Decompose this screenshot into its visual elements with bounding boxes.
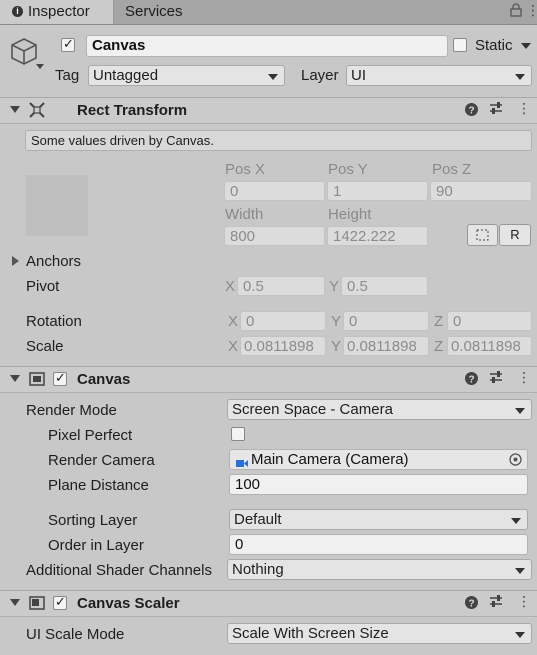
render-mode-label: Render Mode (26, 402, 117, 419)
pos-y-label: Pos Y (328, 161, 368, 178)
sorting-layer-label: Sorting Layer (48, 512, 138, 529)
scale-y-axis-label: Y (331, 338, 342, 355)
layer-dropdown[interactable]: UI (346, 65, 532, 86)
driven-info-box: Some values driven by Canvas. (25, 130, 532, 151)
render-mode-dropdown[interactable]: Screen Space - Camera (227, 399, 532, 420)
static-checkbox[interactable] (453, 38, 467, 52)
tab-services[interactable]: Services (125, 0, 183, 24)
width-label: Width (225, 206, 264, 223)
pivot-y-field[interactable]: 0.5 (341, 276, 428, 296)
render-camera-label: Render Camera (48, 452, 155, 469)
object-name-field[interactable]: Canvas (86, 35, 448, 57)
pivot-label: Pivot (26, 278, 60, 295)
presets-icon[interactable] (489, 594, 503, 611)
svg-text:?: ? (468, 375, 474, 386)
lock-icon[interactable] (510, 3, 522, 21)
pos-z-label: Pos Z (432, 161, 472, 178)
help-icon[interactable]: ? (465, 596, 478, 613)
scale-y-field[interactable]: 0.0811898 (343, 336, 429, 356)
pivot-x-field[interactable]: 0.5 (237, 276, 325, 296)
pos-z-field[interactable]: 90 (430, 181, 532, 201)
layer-label: Layer (301, 67, 339, 84)
height-label: Height (328, 206, 372, 223)
canvas-scaler-enabled-checkbox[interactable] (53, 594, 67, 610)
canvas-scaler-title: Canvas Scaler (77, 595, 180, 612)
plane-distance-label: Plane Distance (48, 477, 149, 494)
help-icon[interactable]: ? (465, 372, 478, 389)
tag-dropdown[interactable]: Untagged (88, 65, 285, 86)
svg-text:?: ? (468, 106, 474, 117)
rotation-x-field[interactable]: 0 (240, 311, 326, 331)
tag-label: Tag (55, 67, 80, 84)
pos-y-field[interactable]: 1 (327, 181, 428, 201)
tab-bar: i Inspector Services ⋮ (0, 0, 537, 25)
rotation-y-axis-label: Y (331, 313, 342, 330)
pos-x-label: Pos X (225, 161, 266, 178)
scale-z-field[interactable]: 0.0811898 (447, 336, 532, 356)
render-camera-value: Main Camera (Camera) (251, 451, 409, 468)
anchors-label[interactable]: Anchors (26, 253, 81, 270)
scale-x-axis-label: X (228, 338, 239, 355)
pivot-x-axis-label: X (225, 278, 236, 295)
svg-text:?: ? (468, 599, 474, 610)
pixel-perfect-label: Pixel Perfect (48, 427, 133, 444)
pixel-perfect-checkbox[interactable] (231, 427, 245, 441)
static-label[interactable]: Static (475, 37, 513, 54)
anchors-foldout-icon[interactable] (12, 256, 19, 266)
ui-scale-mode-dropdown[interactable]: Scale With Screen Size (227, 623, 532, 644)
width-field[interactable]: 800 (224, 226, 325, 246)
object-picker-icon[interactable] (509, 453, 522, 470)
more-icon[interactable]: ⋮ (526, 2, 537, 19)
render-camera-field[interactable]: Main Camera (Camera) (229, 449, 528, 470)
pos-x-field[interactable]: 0 (224, 181, 325, 201)
rect-transform-header[interactable]: Rect Transform ? ⋮ (0, 97, 537, 124)
presets-icon[interactable] (489, 370, 503, 387)
rotation-z-field[interactable]: 0 (447, 311, 532, 331)
dotted-rect-icon (476, 229, 489, 241)
scale-z-axis-label: Z (434, 338, 444, 355)
help-icon[interactable]: ? (465, 103, 478, 120)
static-dropdown-icon[interactable] (521, 43, 531, 49)
order-in-layer-label: Order in Layer (48, 537, 144, 554)
foldout-arrow-icon[interactable] (10, 106, 20, 113)
rect-transform-icon (29, 102, 45, 122)
tab-inspector-label: Inspector (28, 3, 90, 20)
scale-label: Scale (26, 338, 64, 355)
canvas-header[interactable]: Canvas ? ⋮ (0, 366, 537, 393)
canvas-scaler-header[interactable]: Canvas Scaler ? ⋮ (0, 590, 537, 617)
order-in-layer-field[interactable]: 0 (229, 534, 528, 555)
rotation-z-axis-label: Z (434, 313, 444, 330)
canvas-title: Canvas (77, 371, 131, 388)
active-checkbox[interactable] (61, 36, 75, 52)
canvas-scaler-icon (29, 596, 45, 614)
ui-scale-mode-label: UI Scale Mode (26, 626, 125, 643)
tab-inspector[interactable]: i Inspector (0, 0, 114, 24)
canvas-component-icon (29, 372, 45, 390)
anchor-preset-widget[interactable] (26, 175, 88, 236)
shader-channels-dropdown[interactable]: Nothing (227, 559, 532, 580)
foldout-arrow-icon[interactable] (10, 599, 20, 606)
sorting-layer-dropdown[interactable]: Default (229, 509, 528, 530)
component-menu-icon[interactable]: ⋮ (517, 100, 531, 117)
rect-transform-title: Rect Transform (77, 102, 188, 119)
component-menu-icon[interactable]: ⋮ (517, 593, 531, 610)
presets-icon[interactable] (489, 101, 503, 118)
rotation-y-field[interactable]: 0 (343, 311, 429, 331)
plane-distance-field[interactable]: 100 (229, 474, 528, 495)
scale-x-field[interactable]: 0.0811898 (240, 336, 326, 356)
pivot-y-axis-label: Y (329, 278, 340, 295)
info-icon: i (12, 5, 23, 17)
raw-edit-button[interactable]: R (499, 224, 531, 246)
component-menu-icon[interactable]: ⋮ (517, 369, 531, 386)
rotation-x-axis-label: X (228, 313, 239, 330)
height-field[interactable]: 1422.222 (327, 226, 428, 246)
rotation-label: Rotation (26, 313, 82, 330)
shader-channels-label: Additional Shader Channels (26, 562, 212, 579)
canvas-enabled-checkbox[interactable] (53, 370, 67, 386)
gameobject-cube-icon[interactable] (10, 36, 44, 74)
camera-icon (236, 455, 248, 472)
blueprint-mode-button[interactable] (467, 224, 498, 246)
foldout-arrow-icon[interactable] (10, 375, 20, 382)
